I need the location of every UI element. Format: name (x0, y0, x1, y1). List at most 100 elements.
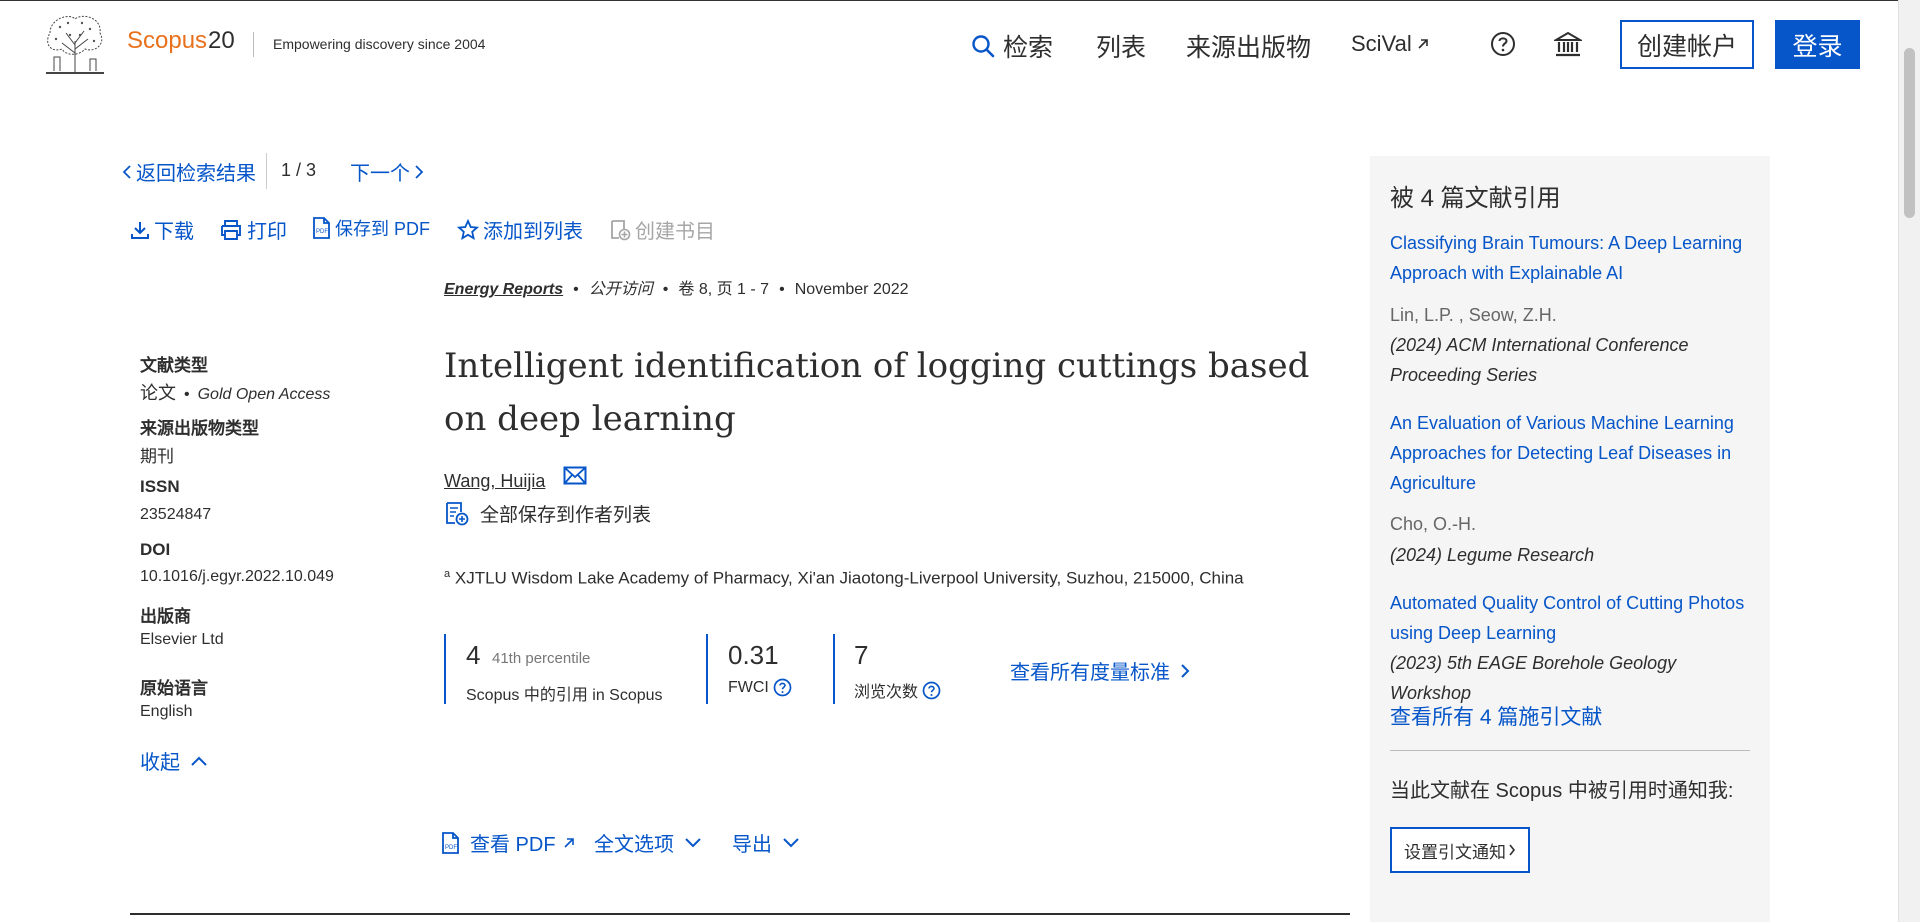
citations-count: 4 (466, 640, 481, 670)
journal-link[interactable]: Energy Reports (444, 281, 563, 299)
citations-label: Scopus 中的引用 in Scopus (466, 687, 663, 704)
full-text-options-label: 全文选项 (594, 834, 674, 856)
save-all-authors-label: 全部保存到作者列表 (480, 505, 652, 526)
volume-pages: 卷 8, 页 1 - 7 (678, 281, 770, 298)
affiliation: a XJTLU Wisdom Lake Academy of Pharmacy,… (444, 568, 1244, 589)
doi-label: DOI (140, 540, 171, 559)
nav-search[interactable]: 检索 (971, 28, 1053, 64)
next-result-label: 下一个 (350, 163, 410, 185)
open-access-label: 公开访问 (588, 281, 653, 298)
author-list-icon (444, 501, 470, 527)
citations-percentile: 41th percentile (492, 650, 591, 667)
citing-doc-venue: (2024) Legume Research (1390, 545, 1595, 565)
institution-icon[interactable] (1554, 30, 1582, 58)
doc-type-label: 文献类型 (140, 356, 208, 375)
chevron-up-icon (190, 755, 208, 767)
next-result-link[interactable]: 下一个 (350, 157, 424, 186)
chevron-right-icon (1508, 843, 1516, 857)
fwci-label: FWCI (728, 678, 769, 696)
nav-scival[interactable]: SciVal (1351, 31, 1430, 57)
publisher-value: Elsevier Ltd (140, 631, 224, 648)
view-pdf-link[interactable]: PDF 查看 PDF (440, 828, 576, 857)
bullet-separator: • (779, 281, 785, 298)
cited-by-title: 被 4 篇文献引用 (1390, 185, 1561, 212)
view-all-metrics-link[interactable]: 查看所有度量标准 (1010, 656, 1190, 685)
fwci-label-row: FWCI (728, 678, 792, 697)
citing-doc-title-link[interactable]: Classifying Brain Tumours: A Deep Learni… (1390, 228, 1760, 288)
save-pdf-button[interactable]: PDF 保存到 PDF (311, 215, 430, 241)
collapse-metadata-button[interactable]: 收起 (140, 746, 208, 775)
bibliography-icon (609, 219, 631, 241)
views-label-row: 浏览次数 (854, 678, 941, 702)
citing-doc-venue: (2024) ACM International Conference Proc… (1390, 335, 1689, 385)
print-label: 打印 (247, 221, 287, 243)
help-icon[interactable] (1490, 31, 1516, 57)
result-pager: 1 / 3 (281, 160, 317, 180)
brand-tagline: Empowering discovery since 2004 (273, 36, 486, 52)
create-account-button[interactable]: 创建帐户 (1620, 20, 1754, 69)
views-count: 7 (854, 640, 869, 670)
nav-lists-label: 列表 (1096, 34, 1147, 62)
doc-type-row: 论文 • Gold Open Access (140, 379, 330, 405)
external-link-icon (1416, 37, 1430, 51)
page-scrollbar[interactable] (1898, 0, 1920, 922)
back-to-results-label: 返回检索结果 (136, 163, 256, 185)
info-icon[interactable] (922, 681, 941, 700)
scrollbar-thumb[interactable] (1904, 48, 1915, 218)
info-icon[interactable] (773, 678, 792, 697)
citing-doc-title-link[interactable]: An Evaluation of Various Machine Learnin… (1390, 408, 1760, 498)
source-type-value: 期刊 (140, 447, 174, 466)
create-bibliography-label: 创建书目 (635, 221, 715, 243)
save-pdf-label: 保存到 PDF (335, 219, 431, 239)
brand-divider (253, 32, 254, 57)
citing-doc-title-link[interactable]: Automated Quality Control of Cutting Pho… (1390, 588, 1760, 648)
nav-sources[interactable]: 来源出版物 (1186, 28, 1311, 64)
download-label: 下载 (154, 221, 194, 243)
export-dropdown[interactable]: 导出 (732, 828, 800, 857)
svg-text:PDF: PDF (316, 229, 328, 235)
section-divider (130, 913, 1350, 915)
issn-label: ISSN (140, 477, 180, 496)
view-all-citations-link[interactable]: 查看所有 4 篇施引文献 (1390, 701, 1602, 731)
download-button[interactable]: 下载 (130, 215, 194, 244)
issn-value: 23524847 (140, 506, 212, 523)
citing-doc-authors: Cho, O.-H. (1390, 514, 1477, 534)
set-citation-alert-button[interactable]: 设置引文通知 (1390, 827, 1530, 873)
citing-doc-venue: (2023) 5th EAGE Borehole Geology Worksho… (1390, 653, 1677, 703)
add-to-list-label: 添加到列表 (483, 221, 583, 243)
fwci-value: 0.31 (728, 640, 779, 670)
bullet-separator: • (573, 281, 579, 298)
citing-doc-authors: Lin, L.P. , Seow, Z.H. (1390, 305, 1557, 325)
nav-lists[interactable]: 列表 (1096, 28, 1146, 64)
citation-notify-text: 当此文献在 Scopus 中被引用时通知我: (1390, 780, 1734, 802)
affiliation-text: XJTLU Wisdom Lake Academy of Pharmacy, X… (454, 568, 1244, 588)
source-line: Energy Reports • 公开访问 • 卷 8, 页 1 - 7 • N… (444, 275, 909, 299)
article-title: Intelligent identification of logging cu… (444, 346, 1310, 439)
elsevier-tree-logo-icon[interactable] (40, 13, 110, 75)
save-all-authors-button[interactable]: 全部保存到作者列表 (444, 500, 651, 527)
email-icon[interactable] (563, 466, 587, 486)
export-label: 导出 (732, 834, 772, 856)
download-icon (130, 220, 150, 240)
affiliation-marker: a (444, 568, 451, 580)
pager-divider (266, 153, 267, 189)
chevron-down-icon (684, 837, 702, 849)
back-to-results-link[interactable]: 返回检索结果 (122, 157, 256, 186)
star-icon (457, 218, 479, 241)
metric-divider (706, 634, 708, 704)
print-button[interactable]: 打印 (219, 215, 287, 244)
nav-sources-label: 来源出版物 (1186, 34, 1312, 62)
login-button[interactable]: 登录 (1775, 20, 1860, 69)
brand-name[interactable]: Scopus (127, 27, 207, 55)
bullet-separator: • (184, 386, 190, 403)
language-label: 原始语言 (140, 679, 208, 698)
add-to-list-button[interactable]: 添加到列表 (457, 215, 583, 244)
author-link[interactable]: Wang, Huijia (444, 471, 545, 492)
create-bibliography-button[interactable]: 创建书目 (609, 215, 715, 244)
brand-number: 20 (208, 27, 235, 54)
metric-divider (833, 634, 835, 704)
metric-divider (444, 634, 446, 704)
source-type-label: 来源出版物类型 (140, 419, 259, 438)
svg-text:PDF: PDF (445, 845, 457, 851)
full-text-options-dropdown[interactable]: 全文选项 (594, 828, 702, 857)
